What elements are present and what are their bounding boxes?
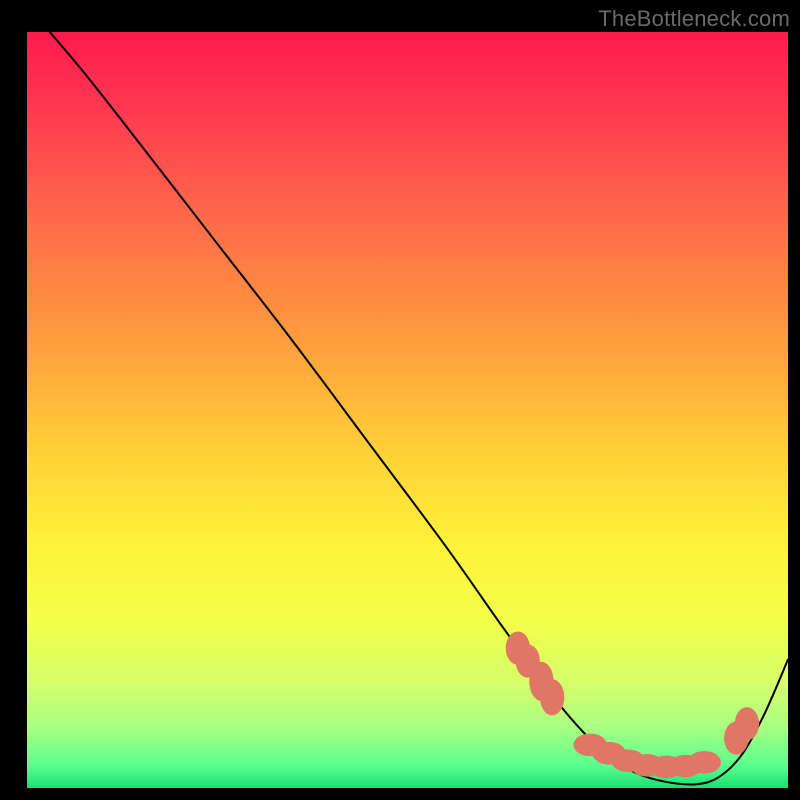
- marker-point: [688, 751, 721, 774]
- chart-container: TheBottleneck.com: [0, 0, 800, 800]
- marker-point: [735, 707, 759, 740]
- chart-svg: [0, 0, 800, 800]
- watermark-text: TheBottleneck.com: [598, 6, 790, 32]
- marker-point: [540, 679, 564, 715]
